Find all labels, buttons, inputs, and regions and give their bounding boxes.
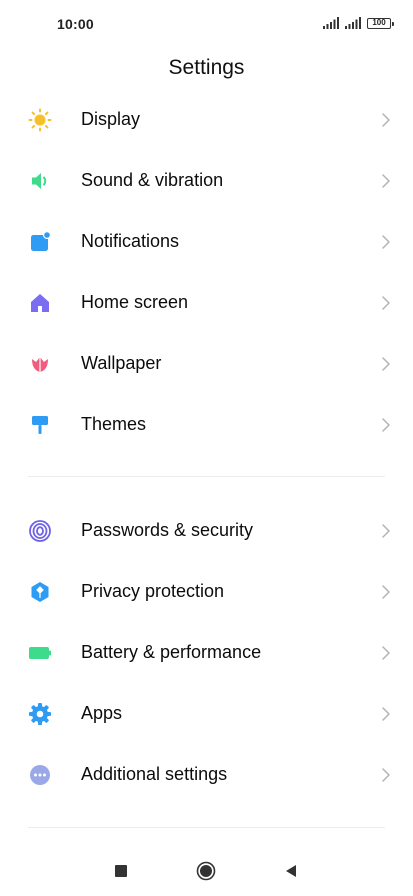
- settings-item-battery-performance[interactable]: Battery & performance: [0, 622, 413, 683]
- chevron-right-icon: [382, 173, 390, 188]
- status-time: 10:00: [57, 16, 94, 32]
- chevron-right-icon: [382, 356, 390, 371]
- shield-icon: [28, 580, 52, 604]
- battery-full-icon: [28, 641, 52, 665]
- chevron-right-icon: [382, 767, 390, 782]
- settings-item-label: Sound & vibration: [81, 170, 224, 190]
- settings-item-label: Battery & performance: [81, 642, 262, 662]
- battery-icon: 100: [367, 17, 394, 29]
- recents-square-icon: [115, 865, 127, 877]
- home-button[interactable]: [195, 860, 217, 882]
- status-bar: 10:00 100: [0, 0, 413, 48]
- status-icons: 100: [323, 16, 394, 30]
- navigation-bar: [0, 846, 413, 896]
- speaker-icon: [28, 169, 52, 193]
- settings-item-sound-vibration[interactable]: Sound & vibration: [0, 150, 413, 211]
- settings-item-label: Wallpaper: [81, 353, 162, 373]
- settings-item-display[interactable]: Display: [0, 89, 413, 150]
- back-triangle-icon: [286, 865, 296, 877]
- back-button[interactable]: [280, 860, 302, 882]
- section-divider: [28, 827, 385, 828]
- chevron-right-icon: [382, 584, 390, 599]
- sun-icon: [28, 108, 52, 132]
- settings-item-wallpaper[interactable]: Wallpaper: [0, 333, 413, 394]
- page-title: Settings: [168, 56, 245, 79]
- paint-roller-icon: [28, 413, 52, 437]
- settings-item-privacy-protection[interactable]: Privacy protection: [0, 561, 413, 622]
- chevron-right-icon: [382, 112, 390, 127]
- chevron-right-icon: [382, 295, 390, 310]
- settings-item-label: Notifications: [81, 231, 180, 251]
- settings-item-themes[interactable]: Themes: [0, 394, 413, 455]
- tulip-icon: [28, 352, 52, 376]
- settings-item-label: Apps: [81, 703, 123, 723]
- settings-item-label: Themes: [81, 414, 147, 434]
- settings-item-apps[interactable]: Apps: [0, 683, 413, 744]
- settings-item-label: Passwords & security: [81, 520, 254, 540]
- settings-item-additional-settings[interactable]: Additional settings: [0, 744, 413, 805]
- signal-icon: [345, 17, 361, 29]
- chevron-right-icon: [382, 645, 390, 660]
- home-icon: [28, 291, 52, 315]
- battery-level: 100: [372, 18, 386, 27]
- fingerprint-icon: [28, 519, 52, 543]
- home-circle-icon: [196, 861, 216, 881]
- signal-icon: [323, 17, 339, 29]
- chevron-right-icon: [382, 523, 390, 538]
- settings-item-home-screen[interactable]: Home screen: [0, 272, 413, 333]
- settings-item-label: Home screen: [81, 292, 189, 312]
- settings-item-label: Additional settings: [81, 764, 228, 784]
- recents-button[interactable]: [110, 860, 132, 882]
- gear-icon: [28, 702, 52, 726]
- settings-item-label: Privacy protection: [81, 581, 225, 601]
- settings-item-passwords-security[interactable]: Passwords & security: [0, 500, 413, 561]
- settings-group-1: Display Sound & vibration Notifications: [0, 89, 413, 455]
- chevron-right-icon: [382, 234, 390, 249]
- chevron-right-icon: [382, 706, 390, 721]
- section-divider: [28, 476, 385, 477]
- chevron-right-icon: [382, 417, 390, 432]
- notification-icon: [28, 230, 52, 254]
- settings-group-2: Passwords & security Privacy protection …: [0, 500, 413, 805]
- settings-item-label: Display: [81, 109, 141, 129]
- settings-item-notifications[interactable]: Notifications: [0, 211, 413, 272]
- more-dots-icon: [28, 763, 52, 787]
